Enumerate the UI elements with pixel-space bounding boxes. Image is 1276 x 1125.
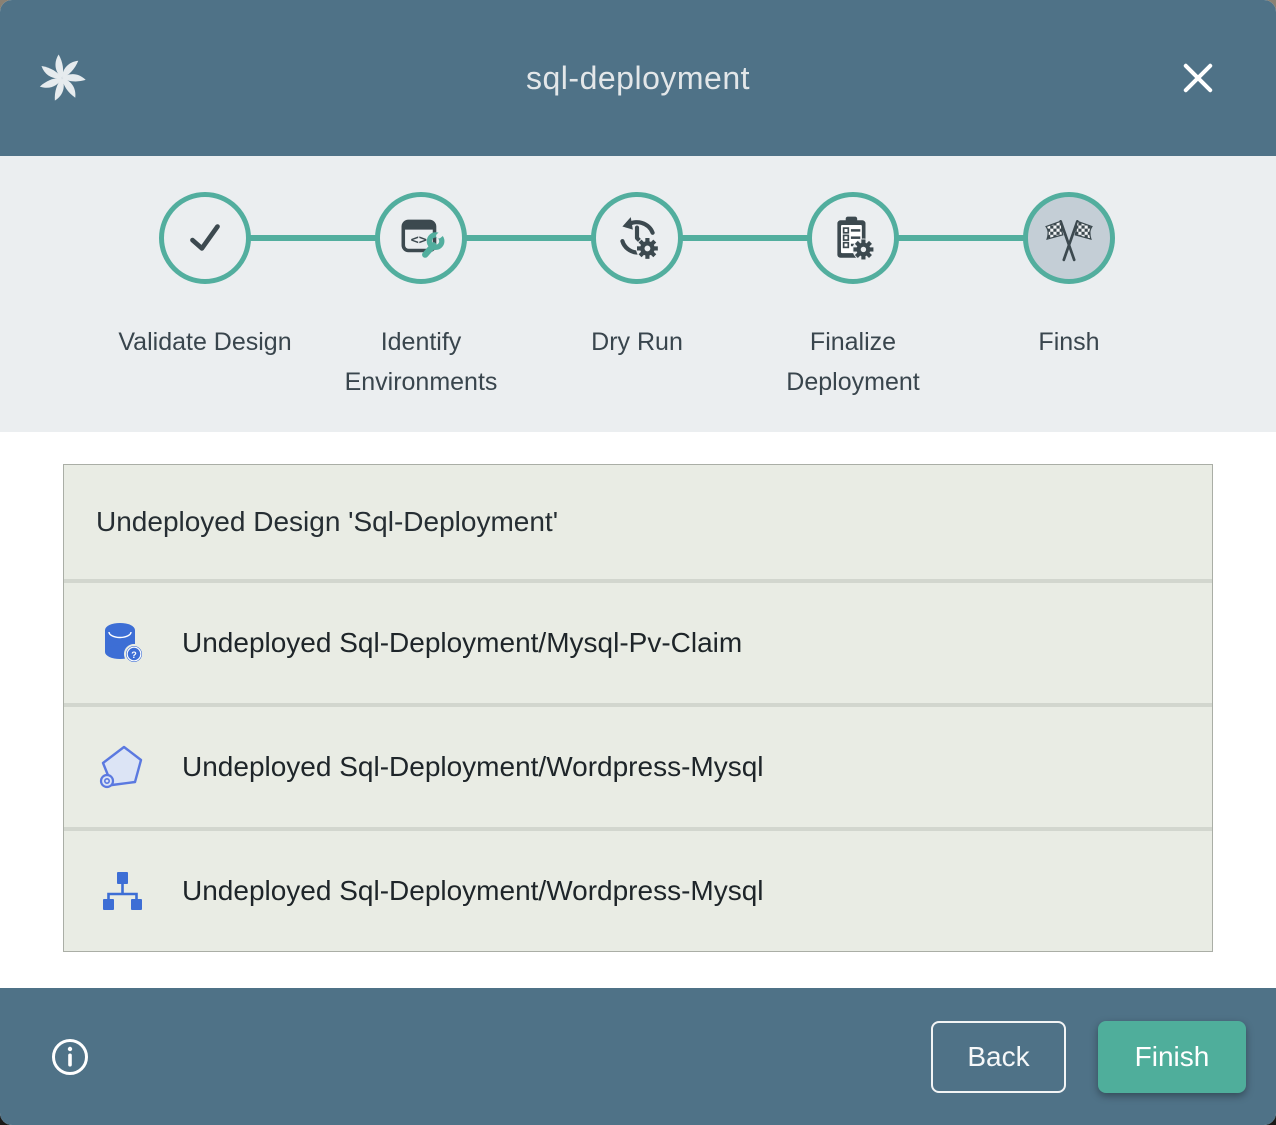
finish-button[interactable]: Finish [1098,1021,1246,1093]
step-label: Identify Environments [333,322,509,402]
svg-text:?: ? [131,650,137,660]
result-row-wordpress-mysql-2: Undeployed Sql-Deployment/Wordpress-Mysq… [64,831,1212,951]
dry-run-clock-gear-icon [612,213,662,263]
back-button[interactable]: Back [931,1021,1066,1093]
deployment-wizard-modal: sql-deployment Validate Design [0,0,1276,1125]
step-dry-run: Dry Run [529,192,745,402]
clipboard-gear-icon [828,213,878,263]
database-question-icon: ? [98,619,146,667]
modal-footer: Back Finish [0,988,1276,1125]
step-identify-environments: <> Identify Environments [313,192,529,402]
step-circle-validate-design [159,192,251,284]
results-area: Undeployed Design 'Sql-Deployment' ? Und… [0,432,1276,988]
code-window-wrench-icon: <> [396,213,446,263]
modal-header: sql-deployment [0,0,1276,156]
step-circle-dry-run [591,192,683,284]
deployment-results-panel: Undeployed Design 'Sql-Deployment' ? Und… [63,464,1213,952]
hierarchy-icon [98,867,146,915]
step-label: Finsh [981,322,1157,362]
svg-text:<>: <> [411,232,427,248]
result-row-text: Undeployed Sql-Deployment/Wordpress-Mysq… [182,751,764,783]
result-row-text: Undeployed Sql-Deployment/Mysql-Pv-Claim [182,627,742,659]
panel-header-row: Undeployed Design 'Sql-Deployment' [64,465,1212,579]
step-circle-finalize-deployment [807,192,899,284]
step-label: Dry Run [549,322,725,362]
pentagon-badge-icon [98,743,146,791]
modal-title: sql-deployment [0,60,1276,97]
panel-header-text: Undeployed Design 'Sql-Deployment' [96,506,558,538]
result-row-mysql-pv-claim: ? Undeployed Sql-Deployment/Mysql-Pv-Cla… [64,583,1212,703]
step-label: Validate Design [117,322,293,362]
step-finish: Finsh [961,192,1177,402]
step-label: Finalize Deployment [765,322,941,402]
stepper: Validate Design <> Identify Environments [0,156,1276,432]
info-button[interactable] [50,1037,90,1077]
checkered-flags-icon [1044,213,1094,263]
result-row-text: Undeployed Sql-Deployment/Wordpress-Mysq… [182,875,764,907]
step-circle-identify-environments: <> [375,192,467,284]
close-button[interactable] [1178,58,1218,98]
check-icon [180,213,230,263]
step-finalize-deployment: Finalize Deployment [745,192,961,402]
step-circle-finish [1023,192,1115,284]
step-validate-design: Validate Design [97,192,313,402]
result-row-wordpress-mysql-1: Undeployed Sql-Deployment/Wordpress-Mysq… [64,707,1212,827]
info-icon [50,1037,90,1077]
close-icon [1178,58,1218,98]
